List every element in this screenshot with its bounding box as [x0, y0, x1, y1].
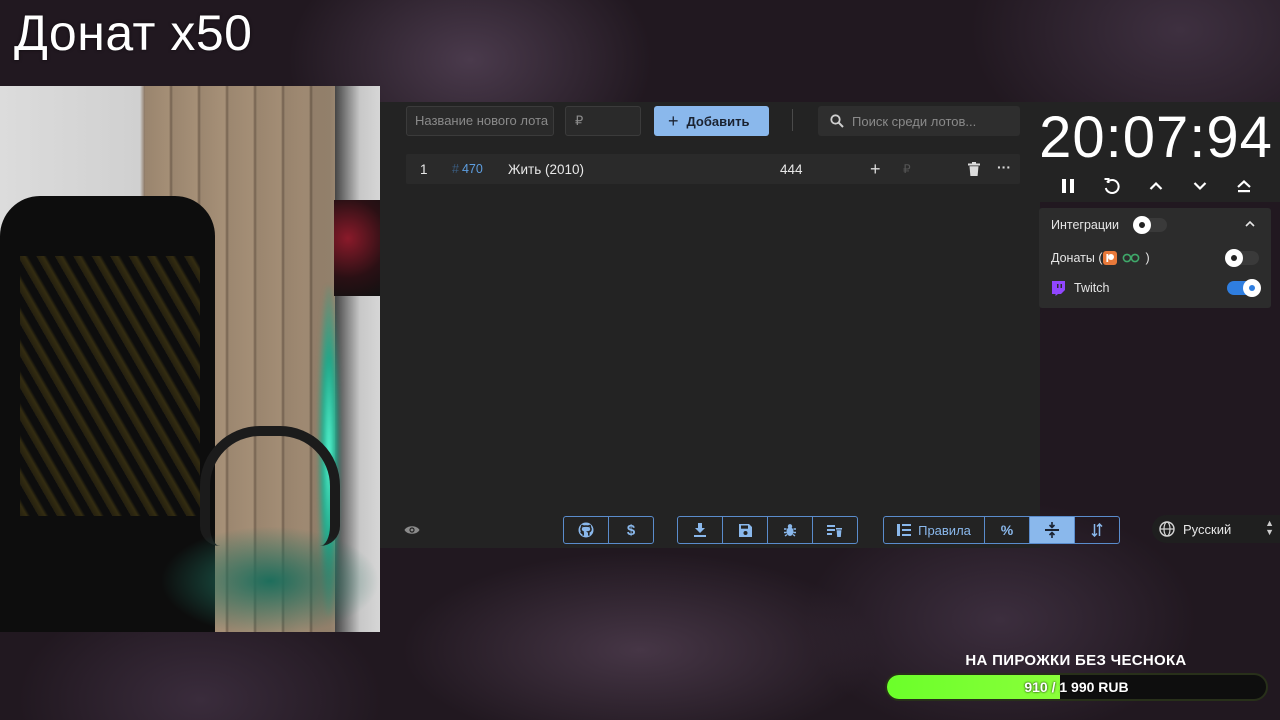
goal-title: НА ПИРОЖКИ БЕЗ ЧЕСНОКА [965, 652, 1187, 669]
add-lot-label: Добавить [686, 113, 750, 129]
chevron-up-icon [1149, 181, 1163, 190]
integrations-panel: Интеграции Донаты ( ) Twitch [1039, 208, 1271, 308]
lot-id-hash: # [452, 162, 459, 176]
view-button-group: Правила % [883, 516, 1120, 544]
search-icon [830, 114, 844, 128]
rules-icon [897, 524, 912, 536]
webcam-poster [334, 200, 380, 296]
lot-id-value: 470 [461, 162, 483, 176]
plus-icon[interactable]: + [870, 160, 881, 178]
github-button[interactable] [564, 517, 609, 543]
goal-progress-bar: 910 / 1 990 RUB [885, 673, 1268, 701]
chevron-down-icon [1193, 182, 1207, 191]
clear-lots-button[interactable] [813, 517, 857, 543]
eye-icon[interactable] [404, 523, 420, 541]
donations-toggle[interactable] [1225, 249, 1259, 267]
webcam-chair-pattern [20, 256, 200, 516]
pause-button[interactable] [1056, 174, 1080, 198]
github-icon [578, 522, 594, 538]
lot-amount: 444 [780, 161, 803, 177]
integrations-toggle[interactable] [1133, 216, 1167, 234]
language-select[interactable]: Русский ▲ ▼ [1152, 515, 1280, 543]
save-button[interactable] [723, 517, 768, 543]
lot-name-input[interactable]: Название нового лота [406, 106, 554, 136]
webcam-feed [0, 86, 380, 632]
integrations-title: Интеграции [1051, 218, 1120, 232]
lot-row[interactable]: 1 #470 Жить (2010) 444 + ₽ ··· [406, 154, 1020, 184]
goal-progress-text: 910 / 1 990 RUB [1024, 679, 1129, 695]
patreon-icon [1103, 251, 1118, 265]
save-icon [738, 523, 752, 537]
donations-label-prefix: Донаты ( [1051, 251, 1103, 265]
donate-button[interactable]: $ [609, 517, 653, 543]
download-button[interactable] [678, 517, 723, 543]
reset-button[interactable] [1100, 174, 1124, 198]
toolbar-divider [792, 109, 793, 131]
eject-icon [1237, 180, 1251, 193]
rules-button[interactable]: Правила [884, 517, 985, 543]
trash-icon[interactable] [968, 162, 980, 179]
twitch-icon [1052, 280, 1065, 296]
search-placeholder: Поиск среди лотов... [852, 113, 977, 129]
language-label: Русский [1183, 521, 1232, 537]
time-double-up-button[interactable] [1232, 174, 1256, 198]
compress-view-button[interactable] [1030, 517, 1075, 543]
bug-report-button[interactable] [768, 517, 813, 543]
integration-twitch: Twitch [1051, 278, 1263, 298]
lot-search-input[interactable]: Поиск среди лотов... [818, 106, 1020, 136]
toggle-knob [1225, 249, 1243, 267]
reset-icon [1104, 178, 1120, 194]
rules-label: Правила [918, 522, 971, 538]
delete-list-icon [827, 524, 842, 537]
loop-icon [1123, 253, 1140, 263]
lot-amount-input[interactable]: ₽ [565, 106, 641, 136]
lot-toolbar: Название нового лота ₽ + Добавить Поиск … [380, 102, 1040, 142]
compress-icon [1045, 522, 1059, 538]
timer-panel: 20:07:94 [1030, 102, 1280, 202]
twitch-label: Twitch [1074, 281, 1110, 295]
percent-label: % [1000, 522, 1014, 538]
time-up-button[interactable] [1144, 174, 1168, 198]
lot-add-amount-input[interactable]: ₽ [903, 162, 911, 176]
dollar-icon: $ [626, 521, 636, 539]
chevron-up-down-icon: ▲ ▼ [1265, 518, 1274, 537]
download-icon [694, 523, 706, 537]
plus-icon: + [668, 111, 679, 131]
file-button-group [677, 516, 858, 544]
bug-icon [784, 524, 796, 537]
twitch-toggle[interactable] [1227, 279, 1261, 297]
toggle-knob [1243, 279, 1261, 297]
more-horizontal-icon[interactable]: ··· [997, 159, 1011, 175]
sort-button[interactable] [1075, 517, 1119, 543]
auction-panel: Название нового лота ₽ + Добавить Поиск … [380, 102, 1120, 548]
links-button-group: $ [563, 516, 654, 544]
lot-title[interactable]: Жить (2010) [508, 162, 584, 177]
auction-bottom-bar: $ Правила % [380, 516, 1120, 546]
add-lot-button[interactable]: + Добавить [654, 106, 769, 136]
timer-controls [1056, 174, 1256, 198]
pause-icon [1062, 179, 1074, 193]
donations-label-suffix: ) [1145, 251, 1150, 265]
overlay-title: Донат x50 [14, 5, 253, 61]
time-down-button[interactable] [1188, 174, 1212, 198]
webcam-floor-glow [160, 526, 380, 632]
integrations-header[interactable]: Интеграции [1051, 215, 1263, 235]
chevron-up-icon[interactable] [1245, 220, 1255, 227]
integration-donations: Донаты ( ) [1051, 248, 1263, 268]
globe-icon [1159, 521, 1175, 537]
toggle-knob [1133, 216, 1151, 234]
sort-icon [1091, 523, 1103, 537]
lot-index: 1 [420, 161, 428, 177]
timer-value: 20:07:94 [1039, 105, 1273, 170]
lot-id[interactable]: #470 [452, 162, 483, 176]
percent-button[interactable]: % [985, 517, 1030, 543]
